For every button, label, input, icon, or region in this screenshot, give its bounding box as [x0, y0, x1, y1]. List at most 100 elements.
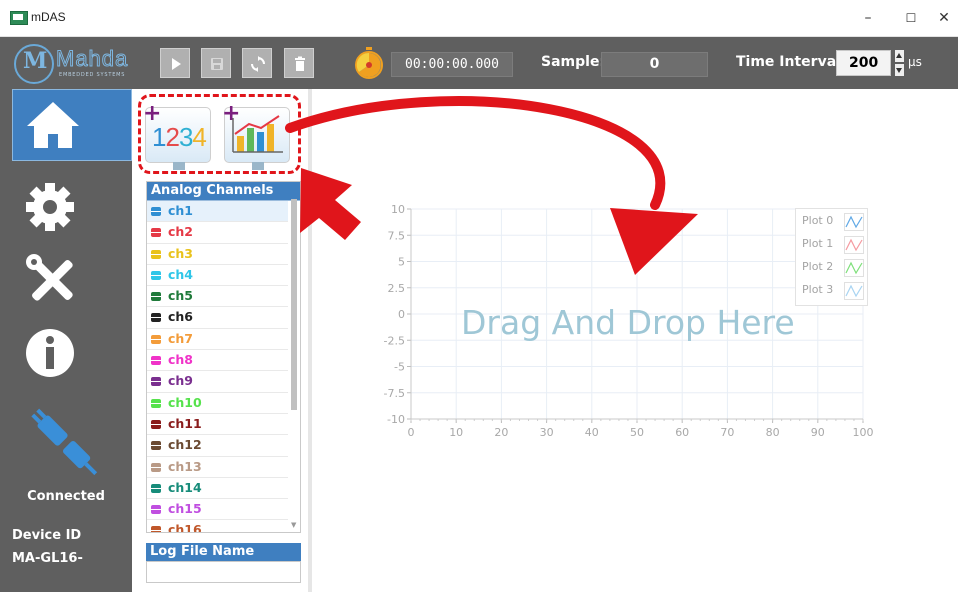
time-interval-stepper[interactable]: [895, 50, 904, 76]
maximize-button[interactable]: ☐: [896, 6, 926, 30]
minimize-button[interactable]: –: [853, 6, 883, 30]
channel-item-ch5[interactable]: ch5: [147, 286, 288, 308]
x-tick-label: 100: [853, 426, 874, 439]
channel-label: ch14: [168, 479, 202, 495]
channel-item-ch7[interactable]: ch7: [147, 329, 288, 351]
channel-label: ch16: [168, 522, 202, 533]
channel-label: ch1: [168, 203, 194, 218]
save-button[interactable]: [201, 48, 231, 78]
channel-item-ch8[interactable]: ch8: [147, 350, 288, 372]
channel-label: ch12: [168, 437, 202, 453]
play-icon: [172, 58, 181, 70]
elapsed-time-display: 00:00:00.000: [391, 52, 513, 77]
nav-info[interactable]: [12, 317, 132, 389]
channel-item-ch10[interactable]: ch10: [147, 393, 288, 414]
channel-item-ch14[interactable]: ch14: [147, 478, 288, 500]
nav-tools[interactable]: [12, 244, 132, 316]
database-icon: [151, 398, 161, 408]
x-tick-label: 60: [675, 426, 689, 439]
legend-label: Plot 0: [802, 214, 834, 227]
database-icon: [151, 483, 161, 493]
channel-item-ch9[interactable]: ch9: [147, 371, 288, 393]
channel-item-ch12[interactable]: ch12: [147, 435, 288, 457]
channels-scrollbar[interactable]: ▼: [289, 199, 299, 531]
database-icon: [151, 356, 161, 366]
channel-label: ch10: [168, 394, 202, 410]
legend-label: Plot 2: [802, 260, 834, 273]
log-file-name-input[interactable]: [146, 561, 301, 583]
plot-legend: Plot 0 Plot 1 Plot 2 Plot 3: [795, 208, 868, 306]
logo-subtitle: EMBEDDED SYSTEMS: [59, 72, 126, 78]
x-tick-label: 50: [630, 426, 644, 439]
channel-label: ch6: [168, 309, 194, 325]
database-icon: [151, 228, 161, 238]
time-interval-unit: µs: [908, 55, 922, 69]
sample-label: Sample:: [541, 54, 606, 70]
device-id-label: Device ID: [12, 528, 82, 543]
play-button[interactable]: [160, 48, 190, 78]
database-icon: [151, 313, 161, 323]
x-tick-label: 70: [720, 426, 734, 439]
database-icon: [151, 419, 161, 429]
legend-swatch: [844, 236, 864, 254]
channel-item-ch11[interactable]: ch11: [147, 414, 288, 436]
channel-item-ch15[interactable]: ch15: [147, 499, 288, 521]
legend-rows: Plot 0 Plot 1 Plot 2 Plot 3: [796, 210, 867, 301]
main-toolbar: M Mahda EMBEDDED SYSTEMS 00:00:00.000 Sa…: [0, 37, 958, 89]
channel-label: ch2: [168, 224, 194, 240]
database-icon: [151, 377, 161, 387]
y-tick-label: -2.5: [384, 334, 405, 347]
delete-button[interactable]: [284, 48, 314, 78]
close-button[interactable]: ✕: [929, 6, 958, 30]
x-tick-label: 0: [408, 426, 415, 439]
channel-item-ch6[interactable]: ch6: [147, 307, 288, 329]
database-icon: [151, 292, 161, 302]
analog-channels-list[interactable]: Analog Channels ch1 ch2 ch3 ch4 ch5 ch6 ch7 ch8…: [146, 181, 301, 533]
window-title: mDAS: [31, 10, 66, 24]
refresh-button[interactable]: [242, 48, 272, 78]
database-icon: [151, 249, 161, 259]
x-tick-label: 80: [766, 426, 780, 439]
info-icon: [26, 329, 74, 377]
channel-rows: ch1 ch2 ch3 ch4 ch5 ch6 ch7 ch8 ch9 ch10 ch11 ch12 c…: [147, 201, 300, 533]
sample-count: 0: [601, 52, 708, 77]
channel-item-ch4[interactable]: ch4: [147, 265, 288, 287]
y-tick-label: 0: [398, 308, 405, 321]
channel-label: ch4: [168, 266, 194, 282]
channel-label: ch15: [168, 501, 202, 517]
channel-item-ch16[interactable]: ch16: [147, 520, 288, 533]
connection-status: Connected: [27, 489, 105, 504]
nav-settings[interactable]: [12, 171, 132, 243]
scroll-down-icon[interactable]: ▼: [291, 521, 296, 529]
logo-brand: Mahda: [55, 46, 129, 72]
plot-area[interactable]: 0 10 20 30 40 50 60 70 80 90 100 10 7.5 5 2.5 0 -2.5 -5 -7…: [312, 89, 958, 592]
nav-home[interactable]: [12, 89, 132, 161]
x-tick-label: 10: [449, 426, 463, 439]
database-icon: [151, 207, 161, 216]
mahda-logo: M Mahda EMBEDDED SYSTEMS: [14, 44, 132, 84]
channel-label: ch13: [168, 458, 202, 474]
channel-label: ch11: [168, 415, 202, 431]
x-tick-label: 40: [585, 426, 599, 439]
channel-item-ch2[interactable]: ch2: [147, 222, 288, 244]
legend-label: Plot 1: [802, 237, 834, 250]
channel-item-ch1[interactable]: ch1: [147, 201, 288, 223]
channel-item-ch3[interactable]: ch3: [147, 244, 288, 265]
drop-placeholder: Drag And Drop Here: [461, 303, 795, 342]
channel-label: ch9: [168, 373, 194, 389]
connection-plug-icon: [28, 406, 104, 486]
tools-icon: [26, 254, 73, 301]
stepper-down-button[interactable]: [895, 64, 904, 76]
time-interval-input[interactable]: 200: [836, 50, 891, 76]
legend-label: Plot 3: [802, 283, 834, 296]
scrollbar-thumb[interactable]: [291, 199, 297, 410]
channel-item-ch13[interactable]: ch13: [147, 457, 288, 478]
y-tick-label: 10: [391, 203, 405, 216]
legend-item: Plot 1: [796, 233, 867, 255]
database-icon: [151, 526, 161, 532]
log-file-header: Log File Name: [146, 543, 301, 561]
y-tick-label: 5: [398, 256, 405, 269]
stepper-up-button[interactable]: [895, 50, 904, 62]
channel-label: ch5: [168, 288, 194, 304]
y-tick-label: -10: [387, 413, 405, 426]
